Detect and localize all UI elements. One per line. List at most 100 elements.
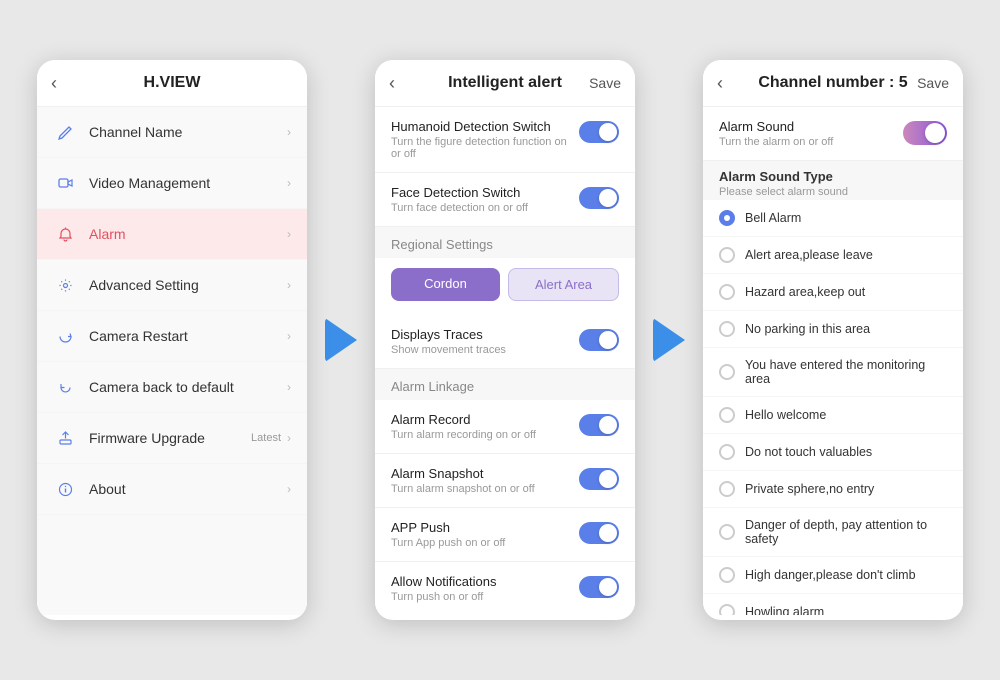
- radio-item-do-not-touch[interactable]: Do not touch valuables: [703, 434, 963, 471]
- menu-item-advanced-setting[interactable]: Advanced Setting ›: [37, 260, 307, 311]
- alarm-snapshot-toggle[interactable]: [579, 468, 619, 490]
- radio-item-bell-alarm[interactable]: Bell Alarm: [703, 200, 963, 237]
- blue-arrow-1: [325, 318, 357, 362]
- arrow-icon-video-management: ›: [287, 176, 291, 190]
- menu-label-alarm: Alarm: [89, 226, 287, 242]
- radio-item-alert-leave[interactable]: Alert area,please leave: [703, 237, 963, 274]
- regional-section-header: Regional Settings: [375, 227, 635, 258]
- arrow-icon-channel-name: ›: [287, 125, 291, 139]
- arrow-icon-about: ›: [287, 482, 291, 496]
- menu-label-camera-restart: Camera Restart: [89, 328, 287, 344]
- screen2-title: Intelligent alert: [448, 74, 562, 92]
- cordon-tab[interactable]: Cordon: [391, 268, 500, 301]
- menu-label-firmware-upgrade: Firmware Upgrade: [89, 430, 251, 446]
- menu-label-video-management: Video Management: [89, 175, 287, 191]
- refresh-icon: [53, 375, 77, 399]
- radio-circle-entered-monitoring: [719, 364, 735, 380]
- allow-notifications-title: Allow Notifications: [391, 574, 497, 589]
- radio-label-hazard-keepout: Hazard area,keep out: [745, 285, 865, 299]
- arrow-icon-firmware: ›: [287, 431, 291, 445]
- radio-item-hazard-keepout[interactable]: Hazard area,keep out: [703, 274, 963, 311]
- radio-label-high-danger: High danger,please don't climb: [745, 568, 916, 582]
- blue-arrow-2: [653, 318, 685, 362]
- menu-item-about[interactable]: About ›: [37, 464, 307, 515]
- alarm-sound-title: Alarm Sound: [719, 119, 833, 134]
- menu-item-firmware-upgrade[interactable]: Firmware Upgrade Latest ›: [37, 413, 307, 464]
- alarm-snapshot-title: Alarm Snapshot: [391, 466, 535, 481]
- radio-circle-do-not-touch: [719, 444, 735, 460]
- radio-item-no-parking[interactable]: No parking in this area: [703, 311, 963, 348]
- screen3-title: Channel number : 5: [758, 74, 907, 92]
- menu-item-video-management[interactable]: Video Management ›: [37, 158, 307, 209]
- radio-item-danger-depth[interactable]: Danger of depth, pay attention to safety: [703, 508, 963, 557]
- face-detection-toggle[interactable]: [579, 187, 619, 209]
- alarm-snapshot-item: Alarm Snapshot Turn alarm snapshot on or…: [375, 454, 635, 508]
- regional-tabs-container: Cordon Alert Area: [375, 258, 635, 315]
- screen1-back-button[interactable]: ‹: [51, 73, 57, 94]
- radio-circle-howling-alarm: [719, 604, 735, 615]
- radio-item-entered-monitoring[interactable]: You have entered the monitoring area: [703, 348, 963, 397]
- displays-traces-title: Displays Traces: [391, 327, 506, 342]
- radio-label-do-not-touch: Do not touch valuables: [745, 445, 872, 459]
- screen3-save-button[interactable]: Save: [917, 75, 949, 91]
- screen-1-panel: ‹ H.VIEW Channel Name › Video Management…: [37, 60, 307, 620]
- screen-3-panel: ‹ Channel number : 5 Save Alarm Sound Tu…: [703, 60, 963, 620]
- alarm-sound-type-header: Alarm Sound Type Please select alarm sou…: [703, 161, 963, 200]
- alarm-record-item: Alarm Record Turn alarm recording on or …: [375, 400, 635, 454]
- alarm-snapshot-text: Alarm Snapshot Turn alarm snapshot on or…: [391, 466, 535, 495]
- allow-notifications-text: Allow Notifications Turn push on or off: [391, 574, 497, 603]
- radio-item-hello-welcome[interactable]: Hello welcome: [703, 397, 963, 434]
- app-push-toggle[interactable]: [579, 522, 619, 544]
- screen2-body: Humanoid Detection Switch Turn the figur…: [375, 107, 635, 615]
- menu-item-alarm[interactable]: Alarm ›: [37, 209, 307, 260]
- screen2-back-button[interactable]: ‹: [389, 73, 395, 94]
- screen2-save-button[interactable]: Save: [589, 75, 621, 91]
- screen3-body: Alarm Sound Turn the alarm on or off Ala…: [703, 107, 963, 615]
- humanoid-detection-subtitle: Turn the figure detection function on or…: [391, 136, 579, 160]
- radio-label-danger-depth: Danger of depth, pay attention to safety: [745, 518, 947, 546]
- menu-label-about: About: [89, 481, 287, 497]
- menu-item-camera-default[interactable]: Camera back to default ›: [37, 362, 307, 413]
- allow-notifications-subtitle: Turn push on or off: [391, 591, 497, 603]
- radio-label-entered-monitoring: You have entered the monitoring area: [745, 358, 947, 386]
- menu-list: Channel Name › Video Management › Alarm …: [37, 107, 307, 515]
- face-detection-title: Face Detection Switch: [391, 185, 528, 200]
- screen1-title: H.VIEW: [144, 74, 201, 92]
- displays-traces-subtitle: Show movement traces: [391, 344, 506, 356]
- screen3-back-button[interactable]: ‹: [717, 73, 723, 94]
- alert-area-tab[interactable]: Alert Area: [508, 268, 619, 301]
- humanoid-detection-toggle[interactable]: [579, 121, 619, 143]
- displays-traces-text: Displays Traces Show movement traces: [391, 327, 506, 356]
- menu-label-channel-name: Channel Name: [89, 124, 287, 140]
- screen2-header: ‹ Intelligent alert Save: [375, 60, 635, 107]
- alarm-snapshot-subtitle: Turn alarm snapshot on or off: [391, 483, 535, 495]
- radio-circle-bell-alarm: [719, 210, 735, 226]
- info-icon: [53, 477, 77, 501]
- humanoid-detection-text: Humanoid Detection Switch Turn the figur…: [391, 119, 579, 160]
- menu-label-advanced-setting: Advanced Setting: [89, 277, 287, 293]
- restart-icon: [53, 324, 77, 348]
- settings-icon: [53, 273, 77, 297]
- humanoid-detection-title: Humanoid Detection Switch: [391, 119, 579, 134]
- radio-circle-alert-leave: [719, 247, 735, 263]
- menu-item-channel-name[interactable]: Channel Name ›: [37, 107, 307, 158]
- alarm-record-toggle[interactable]: [579, 414, 619, 436]
- alarm-sound-toggle[interactable]: [903, 121, 947, 145]
- radio-item-private-sphere[interactable]: Private sphere,no entry: [703, 471, 963, 508]
- radio-label-hello-welcome: Hello welcome: [745, 408, 826, 422]
- radio-circle-hazard-keepout: [719, 284, 735, 300]
- alarm-sound-subtitle: Turn the alarm on or off: [719, 136, 833, 148]
- alarm-record-title: Alarm Record: [391, 412, 536, 427]
- radio-item-high-danger[interactable]: High danger,please don't climb: [703, 557, 963, 594]
- arrow-icon-camera-restart: ›: [287, 329, 291, 343]
- allow-notifications-toggle[interactable]: [579, 576, 619, 598]
- face-detection-item: Face Detection Switch Turn face detectio…: [375, 173, 635, 227]
- app-push-subtitle: Turn App push on or off: [391, 537, 505, 549]
- screen3-header: ‹ Channel number : 5 Save: [703, 60, 963, 107]
- radio-circle-high-danger: [719, 567, 735, 583]
- face-detection-subtitle: Turn face detection on or off: [391, 202, 528, 214]
- displays-traces-toggle[interactable]: [579, 329, 619, 351]
- radio-item-howling-alarm[interactable]: Howling alarm: [703, 594, 963, 615]
- arrow-connector-1: [325, 318, 357, 362]
- menu-item-camera-restart[interactable]: Camera Restart ›: [37, 311, 307, 362]
